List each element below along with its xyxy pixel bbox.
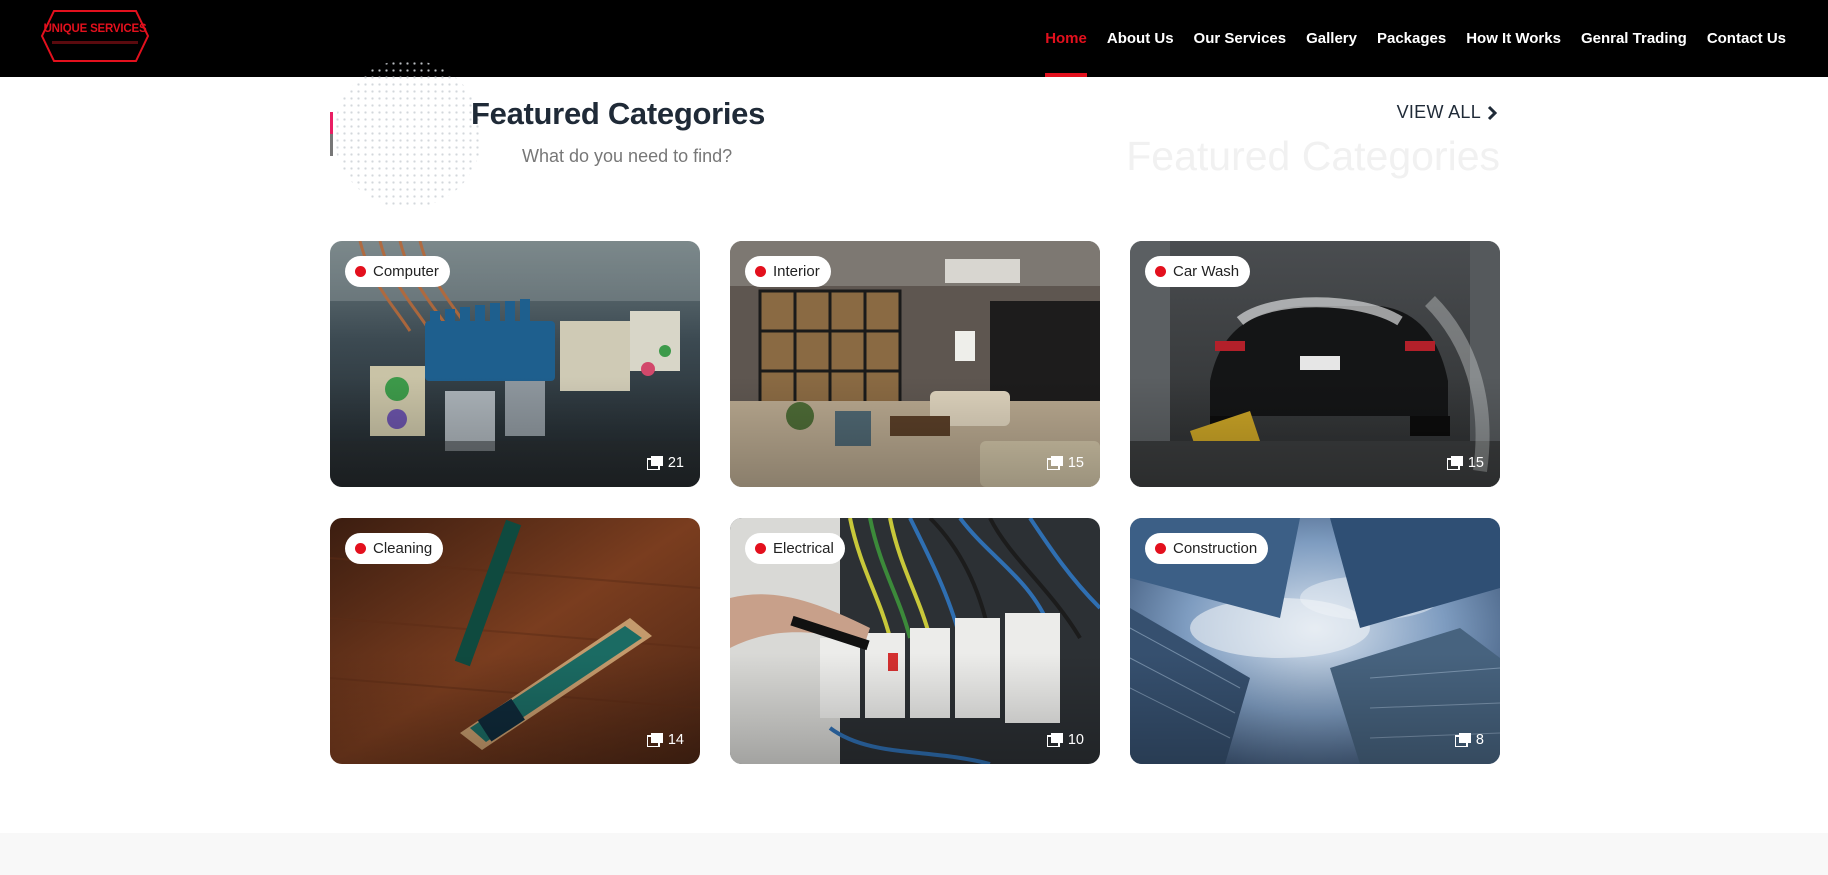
category-count-value: 8 bbox=[1475, 732, 1484, 748]
category-tag: Computer bbox=[345, 256, 450, 287]
heading-accent-bar bbox=[330, 112, 333, 156]
nav-genral-trading[interactable]: Genral Trading bbox=[1581, 0, 1687, 77]
category-name: Construction bbox=[1173, 540, 1258, 557]
category-tag: Electrical bbox=[745, 533, 845, 564]
images-stack-icon bbox=[1446, 456, 1463, 470]
nav-home[interactable]: Home bbox=[1045, 0, 1087, 77]
next-section-band bbox=[0, 833, 1828, 875]
logo-hexagon-icon bbox=[40, 10, 150, 62]
images-stack-icon bbox=[646, 456, 663, 470]
nav-how-it-works[interactable]: How It Works bbox=[1466, 0, 1561, 77]
category-tag: Interior bbox=[745, 256, 831, 287]
category-count: 15 bbox=[1046, 455, 1084, 471]
red-dot-icon bbox=[1155, 266, 1166, 277]
category-name: Cleaning bbox=[373, 540, 433, 557]
nav-about-us[interactable]: About Us bbox=[1107, 0, 1174, 77]
view-all-link[interactable]: VIEW ALL bbox=[1397, 102, 1498, 123]
site-header: UNIQUE SERVICES Home About Us Our Servic… bbox=[0, 0, 1828, 77]
section-title: Featured Categories bbox=[471, 96, 766, 131]
nav-contact-us[interactable]: Contact Us bbox=[1707, 0, 1786, 77]
red-dot-icon bbox=[755, 543, 766, 554]
main-nav: Home About Us Our Services Gallery Packa… bbox=[1045, 0, 1786, 77]
section-ghost-title: Featured Categories bbox=[1126, 133, 1500, 179]
category-tag: Construction bbox=[1145, 533, 1269, 564]
brand-tagline-line bbox=[52, 41, 138, 44]
category-name: Interior bbox=[773, 263, 820, 280]
category-count-value: 14 bbox=[667, 732, 684, 748]
category-count-value: 21 bbox=[667, 455, 684, 471]
category-count: 14 bbox=[646, 732, 684, 748]
category-name: Computer bbox=[373, 263, 439, 280]
category-count-value: 10 bbox=[1067, 732, 1084, 748]
category-card-car-wash[interactable]: Car Wash 15 bbox=[1130, 241, 1500, 487]
category-name: Electrical bbox=[773, 540, 834, 557]
images-stack-icon bbox=[646, 733, 663, 747]
images-stack-icon bbox=[1454, 733, 1471, 747]
dot-pattern-decoration bbox=[334, 60, 482, 208]
category-name: Car Wash bbox=[1173, 263, 1240, 280]
section-subtitle: What do you need to find? bbox=[522, 146, 733, 166]
category-count: 21 bbox=[646, 455, 684, 471]
category-count-value: 15 bbox=[1467, 455, 1484, 471]
nav-gallery[interactable]: Gallery bbox=[1306, 0, 1357, 77]
nav-our-services[interactable]: Our Services bbox=[1194, 0, 1287, 77]
category-card-electrical[interactable]: Electrical 10 bbox=[730, 518, 1100, 764]
brand-logo[interactable]: UNIQUE SERVICES bbox=[40, 7, 150, 65]
category-card-cleaning[interactable]: Cleaning 14 bbox=[330, 518, 700, 764]
category-card-computer[interactable]: Computer 21 bbox=[330, 241, 700, 487]
brand-name: UNIQUE SERVICES bbox=[43, 23, 147, 35]
category-card-construction[interactable]: Construction 8 bbox=[1130, 518, 1500, 764]
category-count: 10 bbox=[1046, 732, 1084, 748]
images-stack-icon bbox=[1046, 456, 1063, 470]
nav-packages[interactable]: Packages bbox=[1377, 0, 1446, 77]
red-dot-icon bbox=[355, 543, 366, 554]
category-tag: Car Wash bbox=[1145, 256, 1251, 287]
chevron-right-icon bbox=[1487, 105, 1498, 120]
category-count: 15 bbox=[1446, 455, 1484, 471]
red-dot-icon bbox=[355, 266, 366, 277]
category-count: 8 bbox=[1454, 732, 1484, 748]
images-stack-icon bbox=[1046, 733, 1063, 747]
category-tag: Cleaning bbox=[345, 533, 444, 564]
category-grid: Computer 21 Interior 15 Car Wash 15 Clea… bbox=[330, 241, 1500, 764]
red-dot-icon bbox=[1155, 543, 1166, 554]
category-card-interior[interactable]: Interior 15 bbox=[730, 241, 1100, 487]
red-dot-icon bbox=[755, 266, 766, 277]
view-all-label: VIEW ALL bbox=[1396, 102, 1481, 122]
category-count-value: 15 bbox=[1067, 455, 1084, 471]
